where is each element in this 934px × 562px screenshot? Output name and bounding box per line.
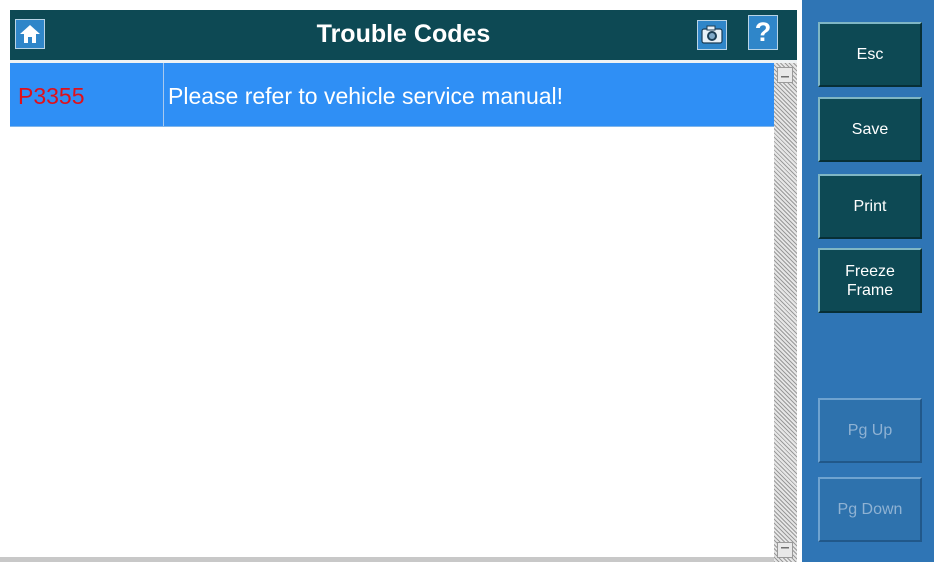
page-up-button[interactable]: Pg Up (818, 398, 922, 463)
esc-button[interactable]: Esc (818, 22, 922, 87)
scroll-up-icon (781, 76, 789, 78)
page-down-button[interactable]: Pg Down (818, 477, 922, 542)
side-panel: Esc Save Print Freeze Frame Pg Up Pg Dow… (802, 0, 934, 562)
save-button[interactable]: Save (818, 97, 922, 162)
trouble-code-description: Please refer to vehicle service manual! (168, 83, 564, 109)
scroll-up-button[interactable] (777, 67, 793, 83)
scroll-down-icon (781, 547, 789, 549)
trouble-code: P3355 (10, 63, 164, 126)
trouble-code-row[interactable]: P3355 Please refer to vehicle service ma… (10, 63, 774, 127)
list-bottom-divider (0, 557, 774, 562)
trouble-code-list: P3355 Please refer to vehicle service ma… (10, 63, 774, 562)
title-bar: Trouble Codes ? (10, 10, 797, 63)
page-title: Trouble Codes (316, 20, 491, 48)
vertical-scrollbar[interactable] (774, 63, 797, 562)
help-button[interactable]: ? (748, 15, 778, 50)
camera-icon (701, 25, 723, 44)
print-button[interactable]: Print (818, 174, 922, 239)
screenshot-button[interactable] (697, 20, 727, 50)
freeze-frame-button[interactable]: Freeze Frame (818, 248, 922, 313)
trouble-codes-screen: Trouble Codes ? P3355 Please refer to ve… (0, 0, 934, 562)
scroll-down-button[interactable] (777, 542, 793, 558)
